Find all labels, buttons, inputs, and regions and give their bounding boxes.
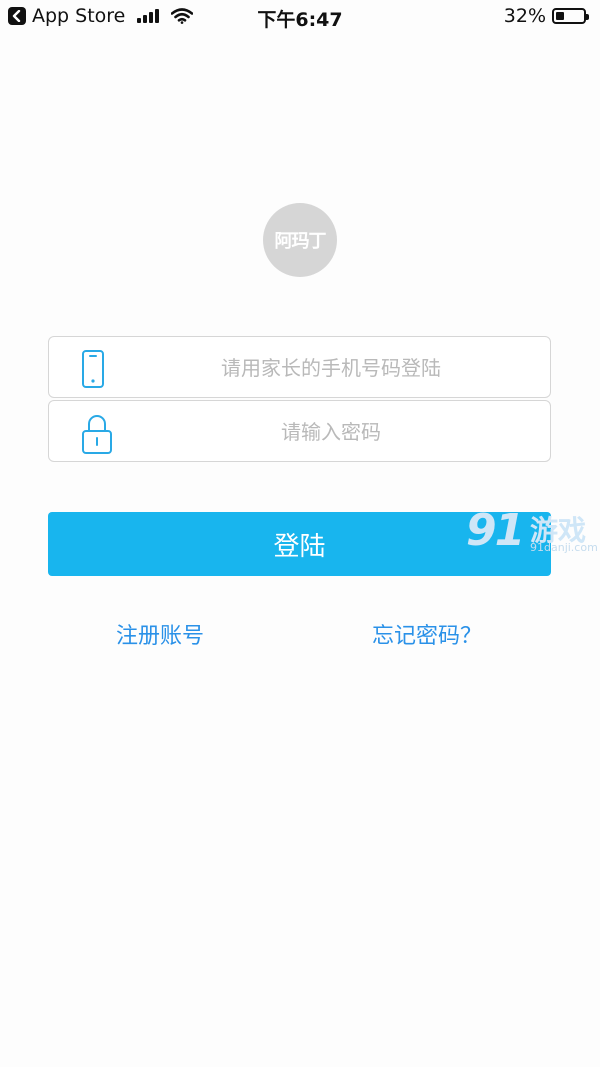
password-input[interactable] [139, 401, 523, 463]
battery-percent: 32% [503, 5, 546, 27]
app-logo: 阿玛丁 [263, 203, 337, 277]
status-bar-right: 32% [503, 5, 589, 27]
password-field[interactable] [48, 400, 551, 463]
battery-fill [556, 12, 564, 20]
app-logo-text: 阿玛丁 [274, 231, 327, 252]
forgot-password-link[interactable]: 忘记密码？ [372, 618, 482, 650]
mobile-phone-icon [82, 350, 104, 388]
watermark-number: 91 [466, 505, 525, 556]
watermark-logo: 91 游戏 91danji.com [466, 505, 600, 561]
register-link[interactable]: 注册账号 [116, 618, 204, 650]
watermark-domain: 91danji.com [530, 541, 598, 554]
phone-input[interactable] [139, 337, 523, 399]
phone-field[interactable] [48, 336, 551, 399]
lock-icon [82, 415, 112, 454]
status-bar: App Store 下午6:47 32% [0, 0, 600, 34]
battery-icon [552, 8, 589, 24]
